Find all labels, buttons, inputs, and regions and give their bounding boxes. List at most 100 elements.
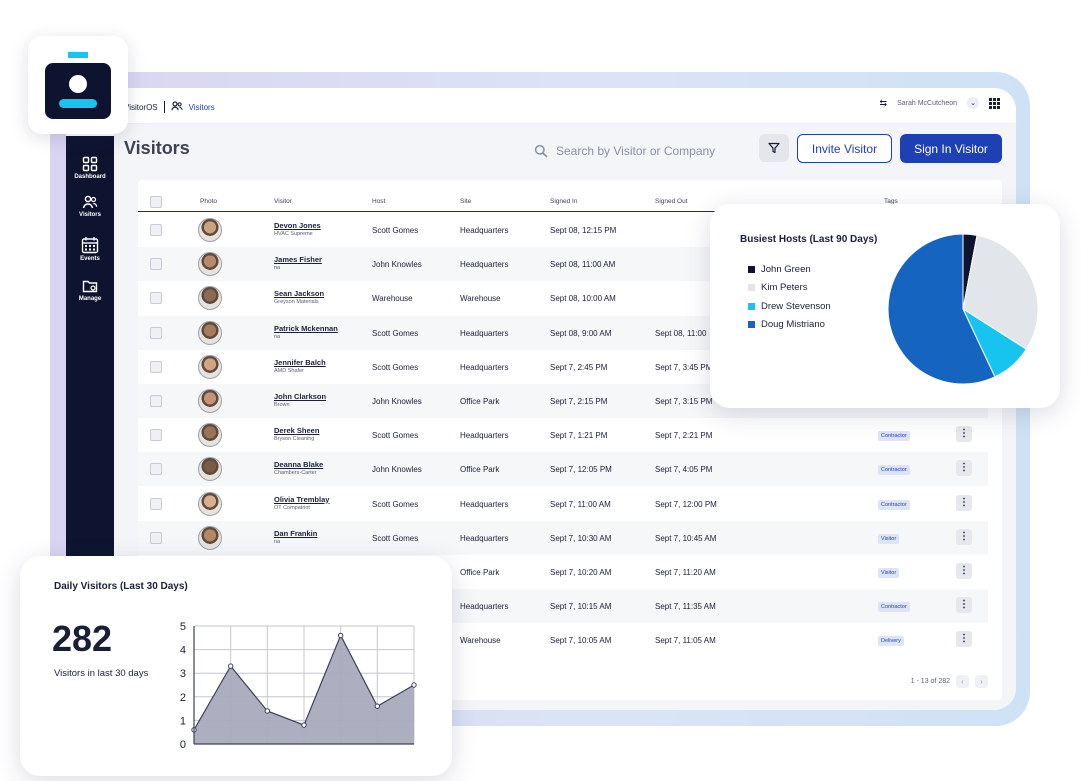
data-point [374,703,381,709]
signed-out-cell: Sept 7, 2:21 PM [655,431,713,441]
users-icon [170,101,183,113]
row-menu-button[interactable]: ⋮ [956,494,972,511]
column-header[interactable]: Signed Out [655,198,688,205]
data-point [337,632,344,639]
tag-badge: Contractor [878,431,910,442]
page-title: Visitors [124,138,190,158]
avatar [198,525,222,550]
breadcrumb: VisitorOS Visitors [124,101,215,113]
row-menu-button[interactable]: ⋮ [956,631,972,648]
signed-in-cell: Sept 7, 12:05 PM [550,465,612,475]
host-cell: Scott Gomes [372,533,419,543]
visitor-name-link[interactable]: John Clarkson [274,392,326,401]
visitor-company: Brown [274,402,290,408]
row-checkbox[interactable] [150,463,162,476]
row-checkbox[interactable] [150,531,162,544]
row-menu-button[interactable]: ⋮ [956,563,972,579]
table-row[interactable]: Derek Sheen Bryson Cleaning Scott Gomes Hea… [138,418,988,453]
area-chart: 0 1 2 3 4 5 [180,621,417,751]
next-page-button[interactable]: › [975,675,988,688]
swap-icon[interactable]: ⇆ [880,98,888,109]
column-header[interactable]: Site [460,198,471,205]
host-cell: Scott Gomes [372,226,419,235]
signed-in-cell: Sept 7, 10:30 AM [550,533,612,543]
row-menu-button[interactable]: ⋮ [956,426,972,443]
visitor-name-link[interactable]: Olivia Tremblay [274,495,329,504]
table-row[interactable]: Olivia Tremblay OT Compatriot Scott Gomes H… [138,486,988,521]
table-row[interactable]: Dan Frankin na Scott Gomes Headquarters Sept… [138,520,988,555]
search-input[interactable]: Search by Visitor or Company [534,138,744,164]
sidebar-item-events[interactable]: Events [66,236,114,262]
visitor-name-link[interactable]: Dan Frankin [274,529,317,538]
filter-button[interactable] [759,134,789,162]
visitor-name-link[interactable]: Devon Jones [274,221,321,230]
signed-in-cell: Sept 08, 11:00 AM [550,260,616,270]
host-cell: Scott Gomes [372,362,419,372]
row-checkbox[interactable] [150,326,162,339]
visitor-company: Chambers-Carter [274,470,317,477]
table-row[interactable]: Deanna Blake Chambers-Carter John Knowles O… [138,452,988,487]
row-menu-button[interactable]: ⋮ [956,460,972,477]
signed-in-cell: Sept 7, 10:15 AM [550,602,612,612]
app-name[interactable]: VisitorOS [124,103,158,112]
host-cell: John Knowles [372,465,422,475]
column-header[interactable]: Signed In [550,198,577,205]
visitor-name-link[interactable]: Patrick Mckennan [274,324,338,333]
avatar [198,457,222,482]
visitor-company: na [274,538,281,545]
column-header[interactable]: Visitor [274,198,292,205]
breadcrumb-current[interactable]: Visitors [189,103,215,112]
topbar-right: ⇆ Sarah McCutcheon ⌄ [880,97,1000,109]
visitor-name-link[interactable]: James Fisher [274,255,322,264]
signed-in-cell: Sept 7, 2:15 PM [550,397,608,406]
row-checkbox[interactable] [150,258,162,271]
column-header[interactable]: Photo [200,198,217,205]
prev-page-button[interactable]: ‹ [956,675,969,688]
row-checkbox[interactable] [150,224,162,236]
select-all-checkbox[interactable] [150,196,162,208]
apps-grid-icon[interactable] [989,97,1000,109]
row-checkbox[interactable] [150,292,162,305]
data-point [264,708,271,714]
visitor-name-link[interactable]: Deanna Blake [274,460,323,469]
row-menu-button[interactable]: ⋮ [956,528,972,545]
avatar [198,491,222,516]
host-cell: Scott Gomes [372,499,419,509]
visitor-name-link[interactable]: Jennifer Balch [274,358,326,367]
sign-in-visitor-button[interactable]: Sign In Visitor [900,134,1002,163]
avatar [198,423,222,448]
visitor-name-link[interactable]: Sean Jackson [274,289,324,298]
row-checkbox[interactable] [150,497,162,510]
y-tick-label: 1 [180,715,186,727]
user-menu[interactable]: Sarah McCutcheon [897,100,957,107]
pagination: 1 - 13 of 282 ‹ › [911,675,988,688]
tag-badge: Contractor [878,602,910,613]
column-header[interactable]: Host [372,198,385,205]
pagination-label: 1 - 13 of 282 [910,678,950,685]
breadcrumb-divider [163,101,165,113]
visitor-name-link[interactable]: Derek Sheen [274,426,319,435]
signed-in-cell: Sept 7, 2:45 PM [550,362,608,372]
sidebar-item-dashboard[interactable]: Dashboard [66,156,114,180]
signed-out-cell: Sept 08, 11:00 [655,328,707,338]
invite-visitor-button[interactable]: Invite Visitor [797,134,892,163]
users-icon [82,195,98,209]
site-cell: Warehouse [460,294,501,304]
row-checkbox[interactable] [150,429,162,442]
signed-out-cell: Sept 7, 10:45 AM [655,533,717,543]
tag-badge: Visitor [878,533,900,544]
y-tick-label: 5 [180,621,186,633]
sidebar-item-label: Dashboard [74,174,106,180]
chevron-down-icon[interactable]: ⌄ [967,97,979,109]
row-checkbox[interactable] [150,360,162,373]
row-checkbox[interactable] [150,395,162,407]
sidebar-item-visitors[interactable]: Visitors [66,194,114,218]
sidebar-item-manage[interactable]: Manage [66,278,114,302]
visitor-company: HVAC Supreme [274,231,313,237]
data-point [227,663,234,669]
sidebar-item-label: Visitors [79,212,101,218]
site-cell: Headquarters [460,226,509,235]
signed-out-cell: Sept 7, 12:00 PM [655,499,717,509]
row-menu-button[interactable]: ⋮ [956,597,972,614]
y-tick-label: 0 [180,739,186,751]
